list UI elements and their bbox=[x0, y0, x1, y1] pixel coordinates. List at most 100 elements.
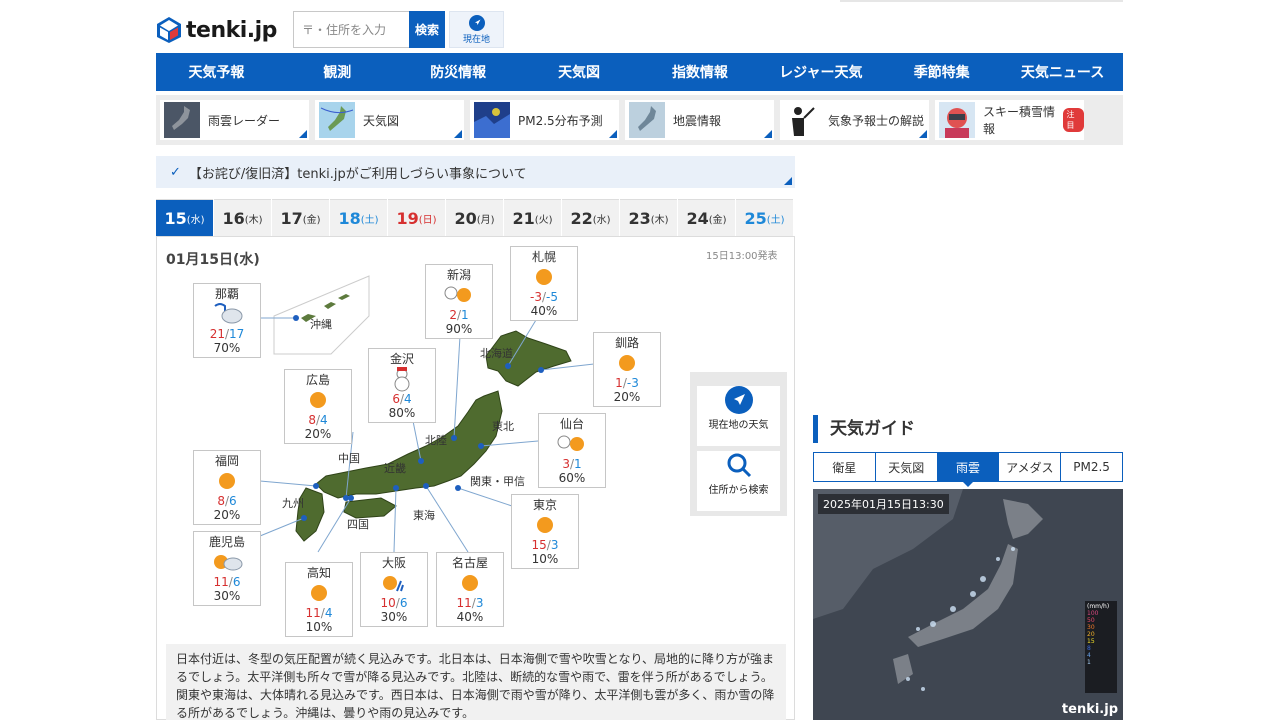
city-card-niigata[interactable]: 新潟 2/1 90% bbox=[425, 264, 493, 339]
radar-land bbox=[813, 489, 1043, 691]
ski-thumbnail-icon bbox=[939, 102, 975, 138]
nav-item-observation[interactable]: 観測 bbox=[277, 53, 398, 91]
subnav-earthquake[interactable]: 地震情報 bbox=[625, 100, 774, 140]
search-form: 検索 bbox=[293, 11, 445, 48]
search-button[interactable]: 検索 bbox=[409, 11, 445, 48]
date-tab[interactable]: 15 (水) bbox=[156, 199, 213, 236]
legend-unit: (mm/h) bbox=[1087, 603, 1110, 610]
precip-chance: 10% bbox=[305, 620, 333, 634]
precip-chance: 30% bbox=[213, 589, 241, 603]
city-card-hiroshima[interactable]: 広島 8/4 20% bbox=[284, 369, 352, 444]
nav-item-leisure[interactable]: レジャー天気 bbox=[760, 53, 881, 91]
current-location-button[interactable]: 現在地 bbox=[449, 11, 504, 48]
low-temp: 6 bbox=[229, 494, 237, 508]
sun-icon bbox=[194, 468, 260, 494]
legend-value: 20 bbox=[1087, 631, 1095, 638]
guide-tab-satellite[interactable]: 衛星 bbox=[814, 453, 876, 481]
high-temp: 2 bbox=[449, 308, 457, 322]
city-card-osaka[interactable]: 大阪 10/6 30% bbox=[360, 552, 428, 627]
nav-item-seasonal[interactable]: 季節特集 bbox=[881, 53, 1002, 91]
city-card-sapporo[interactable]: 札幌 -3/-5 40% bbox=[510, 246, 578, 321]
precip-chance: 40% bbox=[456, 610, 484, 624]
city-card-kushiro[interactable]: 釧路 1/-3 20% bbox=[593, 332, 661, 407]
date-tab[interactable]: 23 (木) bbox=[620, 199, 677, 236]
city-name: 仙台 bbox=[559, 417, 584, 431]
city-card-tokyo[interactable]: 東京 15/3 10% bbox=[511, 494, 579, 569]
check-icon: ✓ bbox=[170, 164, 181, 180]
subnav-rain-radar[interactable]: 雨雲レーダー bbox=[160, 100, 309, 140]
top-divider bbox=[840, 0, 1123, 2]
subnav-ski[interactable]: スキー積雪情報 注目 bbox=[935, 100, 1084, 140]
subnav-label: 地震情報 bbox=[673, 113, 722, 128]
date-tab[interactable]: 19 (日) bbox=[388, 199, 445, 236]
tab-day: 22 bbox=[570, 208, 593, 228]
guide-tab-rain-cloud[interactable]: 雨雲 bbox=[937, 453, 1000, 487]
map-side-buttons: 現在地の天気 住所から検索 bbox=[690, 372, 787, 516]
subnav-pm25[interactable]: PM2.5分布予測 bbox=[470, 100, 619, 140]
nav-item-disaster[interactable]: 防災情報 bbox=[398, 53, 519, 91]
address-search-label: 住所から検索 bbox=[708, 485, 769, 496]
search-input[interactable] bbox=[293, 11, 409, 48]
nav-item-index[interactable]: 指数情報 bbox=[640, 53, 761, 91]
subnav-weather-chart[interactable]: 天気図 bbox=[315, 100, 464, 140]
subnav-forecaster[interactable]: 気象予報士の解説 bbox=[780, 100, 929, 140]
precip-chance: 40% bbox=[530, 304, 558, 318]
city-card-sendai[interactable]: 仙台 3/1 60% bbox=[538, 413, 606, 488]
radar-brand: tenki.jp bbox=[1061, 702, 1118, 717]
tab-dow: (金) bbox=[708, 214, 727, 226]
guide-tab-amedas[interactable]: アメダス bbox=[999, 453, 1062, 481]
current-weather-label: 現在地の天気 bbox=[708, 420, 769, 431]
earthquake-thumbnail-icon bbox=[629, 102, 665, 138]
current-weather-button[interactable]: 現在地の天気 bbox=[697, 386, 780, 446]
high-temp: 11 bbox=[456, 596, 472, 610]
tab-dow: (木) bbox=[244, 214, 263, 226]
current-location-label: 現在地 bbox=[462, 35, 490, 45]
precip-chance: 60% bbox=[558, 471, 586, 485]
city-card-kagoshima[interactable]: 鹿児島 11/6 30% bbox=[193, 531, 261, 606]
tab-day: 18 bbox=[338, 208, 361, 228]
nav-item-weather-map[interactable]: 天気図 bbox=[519, 53, 640, 91]
legend-value: 100 bbox=[1087, 610, 1099, 617]
rain-radar-map[interactable]: 2025年01月15日13:30 (mm/h) 100 50 30 20 15 … bbox=[813, 489, 1123, 720]
region-label-kinki: 近畿 bbox=[384, 462, 406, 475]
city-card-nagoya[interactable]: 名古屋 11/3 40% bbox=[436, 552, 504, 627]
date-tab[interactable]: 20 (月) bbox=[446, 199, 503, 236]
city-card-fukuoka[interactable]: 福岡 8/6 20% bbox=[193, 450, 261, 525]
city-card-kanazawa[interactable]: 金沢 6/4 80% bbox=[368, 348, 436, 423]
legend-value: 8 bbox=[1087, 645, 1091, 652]
nav-item-forecast[interactable]: 天気予報 bbox=[156, 53, 277, 91]
region-label-hokuriku: 北陸 bbox=[425, 434, 447, 447]
sun-icon bbox=[594, 350, 660, 376]
date-tab[interactable]: 16 (木) bbox=[214, 199, 271, 236]
city-card-kochi[interactable]: 高知 11/4 10% bbox=[285, 562, 353, 637]
tab-dow: (火) bbox=[534, 214, 553, 226]
date-tab[interactable]: 22 (水) bbox=[562, 199, 619, 236]
site-logo[interactable]: tenki.jp bbox=[156, 14, 277, 46]
date-tab[interactable]: 18 (土) bbox=[330, 199, 387, 236]
legend-value: 30 bbox=[1087, 624, 1095, 631]
date-tab[interactable]: 21 (火) bbox=[504, 199, 561, 236]
high-temp: 6 bbox=[392, 392, 400, 406]
corner-arrow-icon bbox=[454, 130, 462, 138]
high-temp: 3 bbox=[562, 457, 570, 471]
city-card-naha[interactable]: 那覇 21/17 70% bbox=[193, 283, 261, 358]
tab-dow: (水) bbox=[592, 214, 611, 226]
tab-dow: (水) bbox=[186, 214, 205, 226]
weather-guide-title: 天気ガイド bbox=[813, 415, 915, 443]
main-nav: 天気予報 観測 防災情報 天気図 指数情報 レジャー天気 季節特集 天気ニュース bbox=[156, 53, 1123, 91]
low-temp: 4 bbox=[324, 606, 333, 620]
nav-item-news[interactable]: 天気ニュース bbox=[1002, 53, 1123, 91]
notice-text: 【お詫び/復旧済】tenki.jpがご利用しづらい事象について bbox=[188, 166, 527, 182]
guide-tab-pm25[interactable]: PM2.5 bbox=[1061, 453, 1122, 481]
radar-legend: (mm/h) 100 50 30 20 15 8 4 1 bbox=[1085, 601, 1117, 693]
city-name: 新潟 bbox=[446, 268, 471, 282]
date-tab[interactable]: 24 (金) bbox=[678, 199, 735, 236]
guide-tab-weather-chart[interactable]: 天気図 bbox=[876, 453, 938, 481]
region-label-kanto: 関東・甲信 bbox=[470, 475, 525, 488]
date-tab[interactable]: 25 (土) bbox=[736, 199, 793, 236]
address-search-button[interactable]: 住所から検索 bbox=[697, 451, 780, 511]
date-tab[interactable]: 17 (金) bbox=[272, 199, 329, 236]
high-temp: 11 bbox=[305, 606, 321, 620]
city-name: 札幌 bbox=[531, 250, 556, 264]
notice-banner[interactable]: ✓ 【お詫び/復旧済】tenki.jpがご利用しづらい事象について bbox=[156, 156, 795, 188]
